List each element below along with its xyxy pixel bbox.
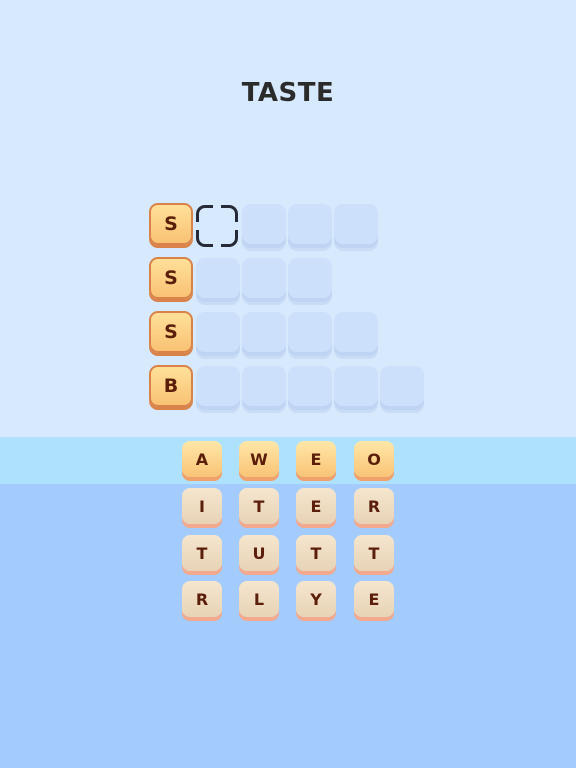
letter-tile[interactable]: E [296, 441, 336, 477]
letter-tile[interactable]: T [354, 535, 394, 571]
empty-letter-slot[interactable] [288, 258, 332, 302]
letter-tile[interactable]: Y [296, 581, 336, 617]
empty-letter-slot[interactable] [334, 204, 378, 248]
empty-letter-slot[interactable] [196, 366, 240, 410]
cursor-corner [221, 205, 238, 222]
letter-tray-background [0, 484, 576, 768]
letter-tile[interactable]: I [182, 488, 222, 524]
letter-tile[interactable]: T [182, 535, 222, 571]
empty-letter-slot[interactable] [242, 204, 286, 248]
letter-tile[interactable]: R [354, 488, 394, 524]
letter-tile[interactable]: T [239, 488, 279, 524]
letter-tile[interactable]: E [296, 488, 336, 524]
letter-tile[interactable]: L [239, 581, 279, 617]
empty-letter-slot[interactable] [196, 312, 240, 356]
empty-letter-slot[interactable] [242, 366, 286, 410]
empty-letter-slot[interactable] [334, 366, 378, 410]
lead-letter-tile: S [149, 203, 193, 245]
empty-letter-slot[interactable] [288, 366, 332, 410]
empty-letter-slot[interactable] [242, 258, 286, 302]
cursor-corner [196, 205, 213, 222]
lead-letter-tile: S [149, 257, 193, 299]
empty-letter-slot[interactable] [196, 258, 240, 302]
empty-letter-slot[interactable] [380, 366, 424, 410]
letter-tile[interactable]: U [239, 535, 279, 571]
letter-tile[interactable]: R [182, 581, 222, 617]
letter-tile[interactable]: T [296, 535, 336, 571]
cursor-corner [221, 230, 238, 247]
letter-tile[interactable]: A [182, 441, 222, 477]
lead-letter-tile: B [149, 365, 193, 407]
letter-tile[interactable]: W [239, 441, 279, 477]
empty-letter-slot[interactable] [288, 204, 332, 248]
cursor-corner [196, 230, 213, 247]
letter-tile[interactable]: E [354, 581, 394, 617]
active-row-highlight [0, 437, 576, 484]
lead-letter-tile: S [149, 311, 193, 353]
puzzle-title: TASTE [241, 78, 335, 108]
empty-letter-slot[interactable] [288, 312, 332, 356]
letter-tile[interactable]: O [354, 441, 394, 477]
selection-cursor[interactable] [196, 205, 238, 247]
empty-letter-slot[interactable] [334, 312, 378, 356]
empty-letter-slot[interactable] [242, 312, 286, 356]
